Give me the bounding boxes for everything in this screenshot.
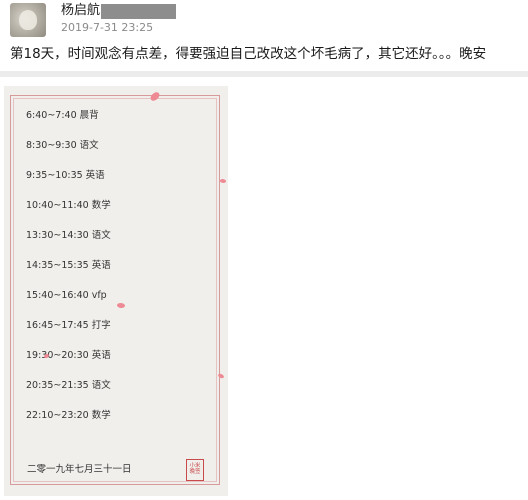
seal-text: 晚签 [189, 469, 201, 475]
schedule-item: 13:30~14:30 语文 [26, 230, 111, 241]
schedule-item: 6:40~7:40 晨背 [26, 110, 99, 121]
avatar[interactable] [10, 3, 46, 37]
divider [0, 71, 528, 77]
schedule-item: 16:45~17:45 打字 [26, 320, 111, 331]
schedule-item: 20:35~21:35 语文 [26, 380, 111, 391]
schedule-item: 14:35~15:35 英语 [26, 260, 111, 271]
post-text: 第18天，时间观念有点差，得要强迫自己改改这个坏毛病了，其它还好。。。晚安 [10, 46, 487, 62]
post-author[interactable]: 杨启航 [61, 3, 177, 19]
schedule-item: 19:30~20:30 英语 [26, 350, 111, 361]
schedule-item: 9:35~10:35 英语 [26, 170, 105, 181]
schedule-item: 22:10~23:20 数学 [26, 410, 111, 421]
schedule-image[interactable]: 6:40~7:40 晨背 8:30~9:30 语文 9:35~10:35 英语 10:… [4, 86, 228, 496]
schedule-item: 15:40~16:40 vfp [26, 290, 107, 301]
seal-stamp: 小米 晚签 [186, 459, 204, 481]
redacted-name-bar [101, 3, 177, 19]
post-timestamp: 2019-7-31 23:25 [61, 21, 154, 34]
petal-decoration [219, 178, 227, 184]
schedule-item: 10:40~11:40 数学 [26, 200, 111, 211]
avatar-figure [19, 10, 37, 30]
schedule-item: 8:30~9:30 语文 [26, 140, 99, 151]
schedule-list: 6:40~7:40 晨背 8:30~9:30 语文 9:35~10:35 英语 10:… [26, 108, 111, 438]
username-text: 杨启航 [61, 3, 101, 18]
note-date: 二零一九年七月三十一日 [27, 464, 132, 475]
